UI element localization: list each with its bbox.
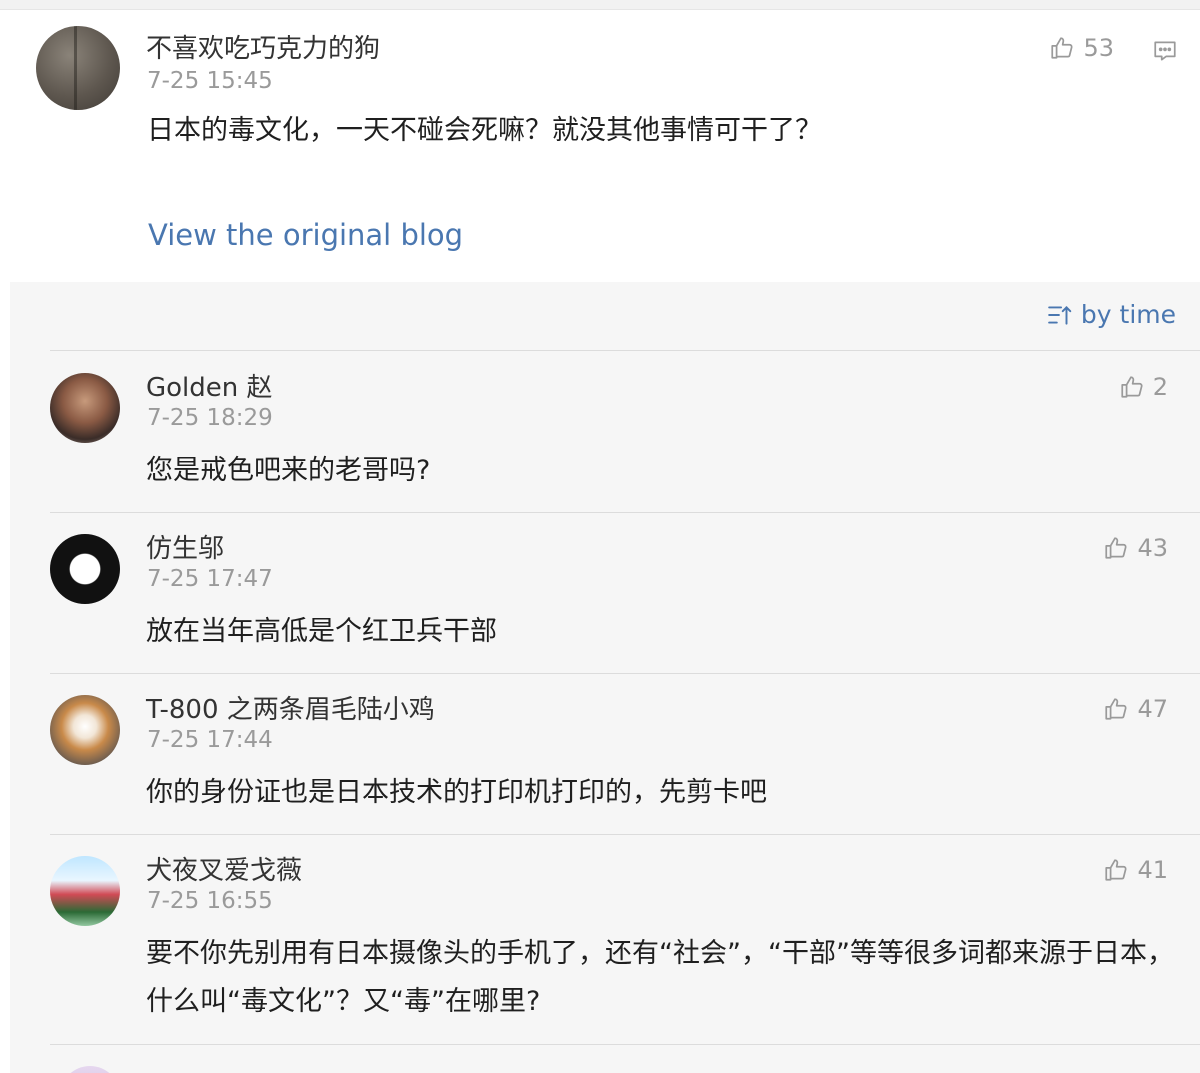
comment-author[interactable]: 仿生邬: [146, 528, 224, 565]
comment-like-button[interactable]: 2: [1119, 373, 1168, 401]
comment-like-count: 47: [1137, 695, 1168, 723]
comment-icon[interactable]: [1152, 38, 1178, 64]
sort-by-time-button[interactable]: by time: [1047, 300, 1176, 329]
comment-text: 放在当年高低是个红卫兵干部: [146, 616, 497, 647]
comment-timestamp: 7-25 16:55: [147, 888, 273, 914]
thumbs-up-icon: [1105, 698, 1128, 720]
sort-icon: [1048, 305, 1072, 325]
comment-text: 你的身份证也是日本技术的打印机打印的，先剪卡吧: [146, 777, 767, 808]
comment-avatar[interactable]: [50, 856, 120, 926]
thumbs-up-icon: [1105, 859, 1128, 881]
sort-label: by time: [1080, 300, 1176, 329]
comment-avatar[interactable]: [50, 373, 120, 443]
comment-timestamp: 7-25 18:29: [147, 405, 273, 431]
top-strip: [0, 0, 1200, 10]
divider: [50, 1044, 1200, 1045]
post-timestamp: 7-25 15:45: [147, 68, 273, 94]
comment-avatar[interactable]: [60, 1066, 120, 1073]
comment-timestamp: 7-25 17:47: [147, 566, 273, 592]
comment-like-count: 41: [1137, 856, 1168, 884]
post-like-count: 53: [1083, 34, 1114, 62]
comment-like-button[interactable]: 47: [1103, 695, 1168, 723]
comment-author[interactable]: 犬夜叉爱戈薇: [146, 850, 302, 887]
comment-avatar[interactable]: [50, 695, 120, 765]
thumbs-up-icon: [1105, 537, 1128, 559]
comment-item: 仿生邬 7-25 17:47 放在当年高低是个红卫兵干部 43: [10, 512, 1200, 673]
comments-panel: by time Golden 赵 7-25 18:29 您是戒色吧来的老哥吗? …: [10, 282, 1200, 1073]
comment-author[interactable]: Golden 赵: [146, 367, 273, 404]
comment-text: 要不你先别用有日本摄像头的手机了，还有“社会”，“干部”等等很多词都来源于日本，…: [146, 938, 1174, 1017]
comment-like-count: 2: [1152, 373, 1168, 401]
comment-item: 犬夜叉爱戈薇 7-25 16:55 要不你先别用有日本摄像头的手机了，还有“社会…: [10, 834, 1200, 1044]
comment-avatar[interactable]: [50, 534, 120, 604]
post-text: 日本的毒文化，一天不碰会死嘛？就没其他事情可干了？: [147, 115, 822, 146]
comment-item: T-800 之两条眉毛陆小鸡 7-25 17:44 你的身份证也是日本技术的打印…: [10, 673, 1200, 834]
comment-like-count: 43: [1137, 534, 1168, 562]
comment-like-button[interactable]: 41: [1103, 856, 1168, 884]
thumbs-up-icon: [1121, 376, 1143, 398]
post-like-button[interactable]: 53: [1049, 34, 1114, 62]
post-author-name[interactable]: 不喜欢吃巧克力的狗: [146, 28, 380, 65]
comment-timestamp: 7-25 17:44: [147, 727, 273, 753]
post-author-avatar[interactable]: [36, 26, 120, 110]
comment-text: 您是戒色吧来的老哥吗?: [146, 455, 431, 486]
comment-item: Golden 赵 7-25 18:29 您是戒色吧来的老哥吗? 2: [10, 351, 1200, 512]
view-original-blog-link[interactable]: View the original blog: [148, 218, 463, 252]
comment-like-button[interactable]: 43: [1103, 534, 1168, 562]
comment-author[interactable]: T-800 之两条眉毛陆小鸡: [146, 689, 435, 726]
original-post: 不喜欢吃巧克力的狗 7-25 15:45 日本的毒文化，一天不碰会死嘛？就没其他…: [0, 10, 1200, 282]
thumbs-up-icon: [1051, 37, 1074, 59]
